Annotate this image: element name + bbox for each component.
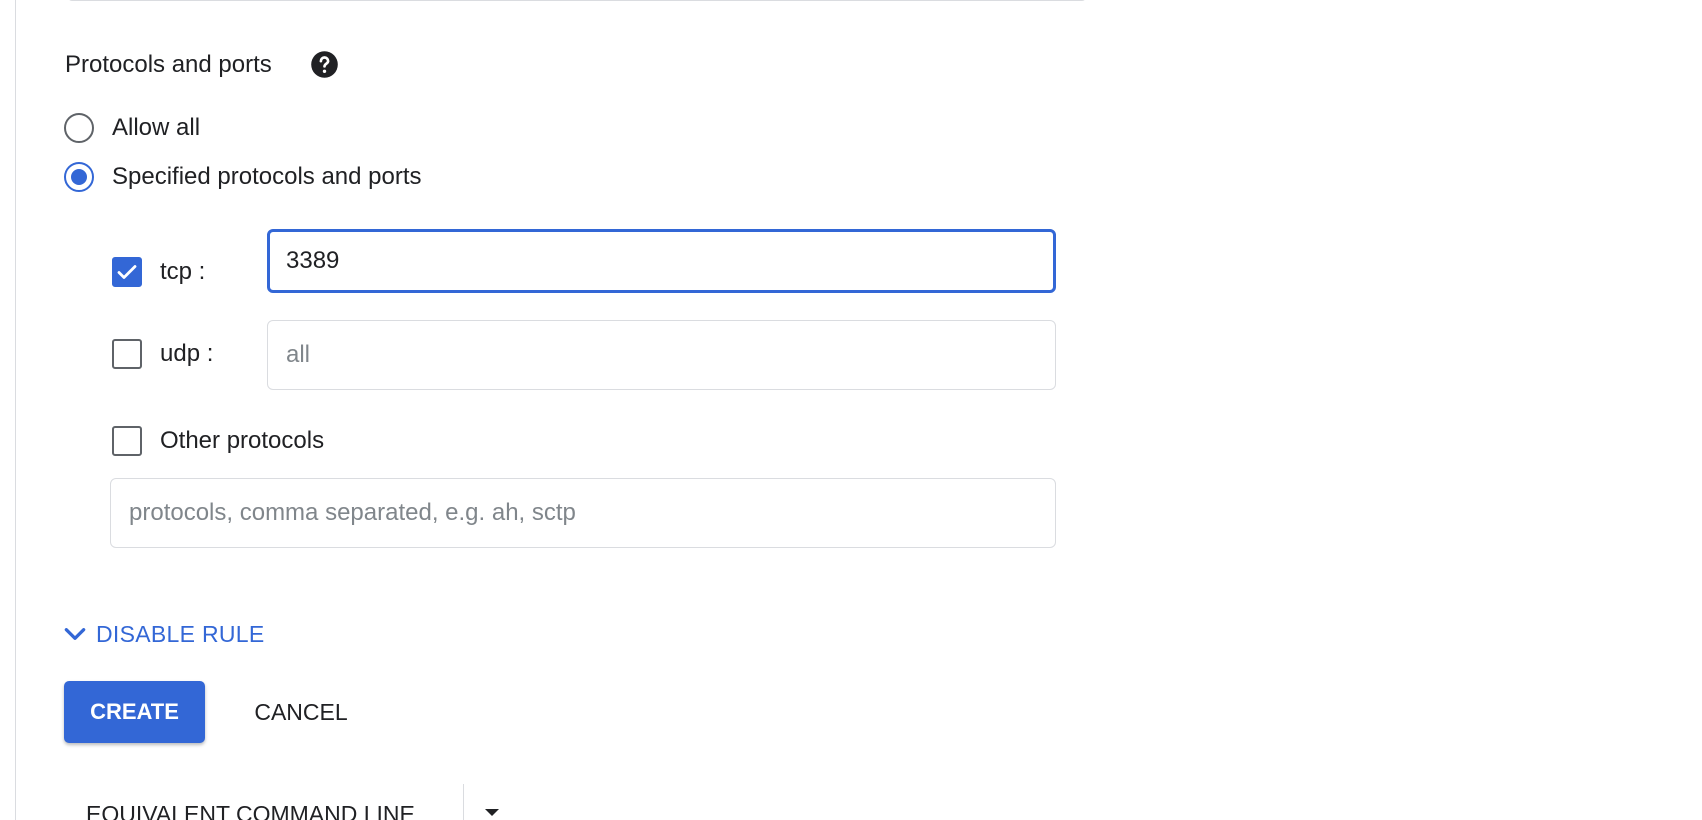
tcp-checkbox[interactable] bbox=[112, 257, 142, 287]
chevron-down-icon bbox=[64, 628, 86, 640]
radio-button-selected[interactable] bbox=[64, 162, 94, 192]
other-protocols-checkbox-row[interactable]: Other protocols bbox=[112, 424, 324, 458]
other-protocols-checkbox[interactable] bbox=[112, 426, 142, 456]
split-button-divider bbox=[463, 784, 464, 820]
other-protocols-label: Other protocols bbox=[160, 427, 325, 454]
radio-allow-all[interactable]: Allow all bbox=[64, 111, 200, 145]
other-protocols-input[interactable] bbox=[110, 478, 1056, 548]
tcp-ports-input[interactable] bbox=[267, 229, 1056, 293]
radio-specified-protocols[interactable]: Specified protocols and ports bbox=[64, 160, 422, 194]
arrow-drop-down-icon[interactable] bbox=[470, 796, 514, 820]
cancel-button[interactable]: CANCEL bbox=[236, 681, 366, 743]
protocols-section-title: Protocols and ports bbox=[65, 51, 272, 78]
left-divider bbox=[15, 0, 16, 820]
udp-checkbox[interactable] bbox=[112, 339, 142, 369]
radio-button[interactable] bbox=[64, 113, 94, 143]
create-button[interactable]: CREATE bbox=[64, 681, 205, 743]
previous-field-bottom-edge bbox=[68, 0, 1086, 1]
disable-rule-label: DISABLE RULE bbox=[96, 620, 265, 647]
udp-ports-input[interactable] bbox=[267, 320, 1056, 390]
firewall-rule-form: Protocols and ports Allow all Specified … bbox=[0, 0, 1702, 820]
equivalent-command-line-button[interactable]: EQUIVALENT COMMAND LINE bbox=[86, 794, 415, 820]
tcp-label: tcp : bbox=[160, 258, 206, 285]
udp-checkbox-row[interactable]: udp : bbox=[112, 337, 213, 371]
radio-label: Specified protocols and ports bbox=[112, 163, 422, 190]
udp-label: udp : bbox=[160, 340, 214, 367]
disable-rule-toggle[interactable]: DISABLE RULE bbox=[62, 616, 265, 652]
help-circle-icon[interactable] bbox=[310, 50, 339, 79]
tcp-checkbox-row[interactable]: tcp : bbox=[112, 255, 205, 289]
radio-label: Allow all bbox=[112, 114, 201, 141]
checkmark-icon bbox=[117, 265, 137, 279]
